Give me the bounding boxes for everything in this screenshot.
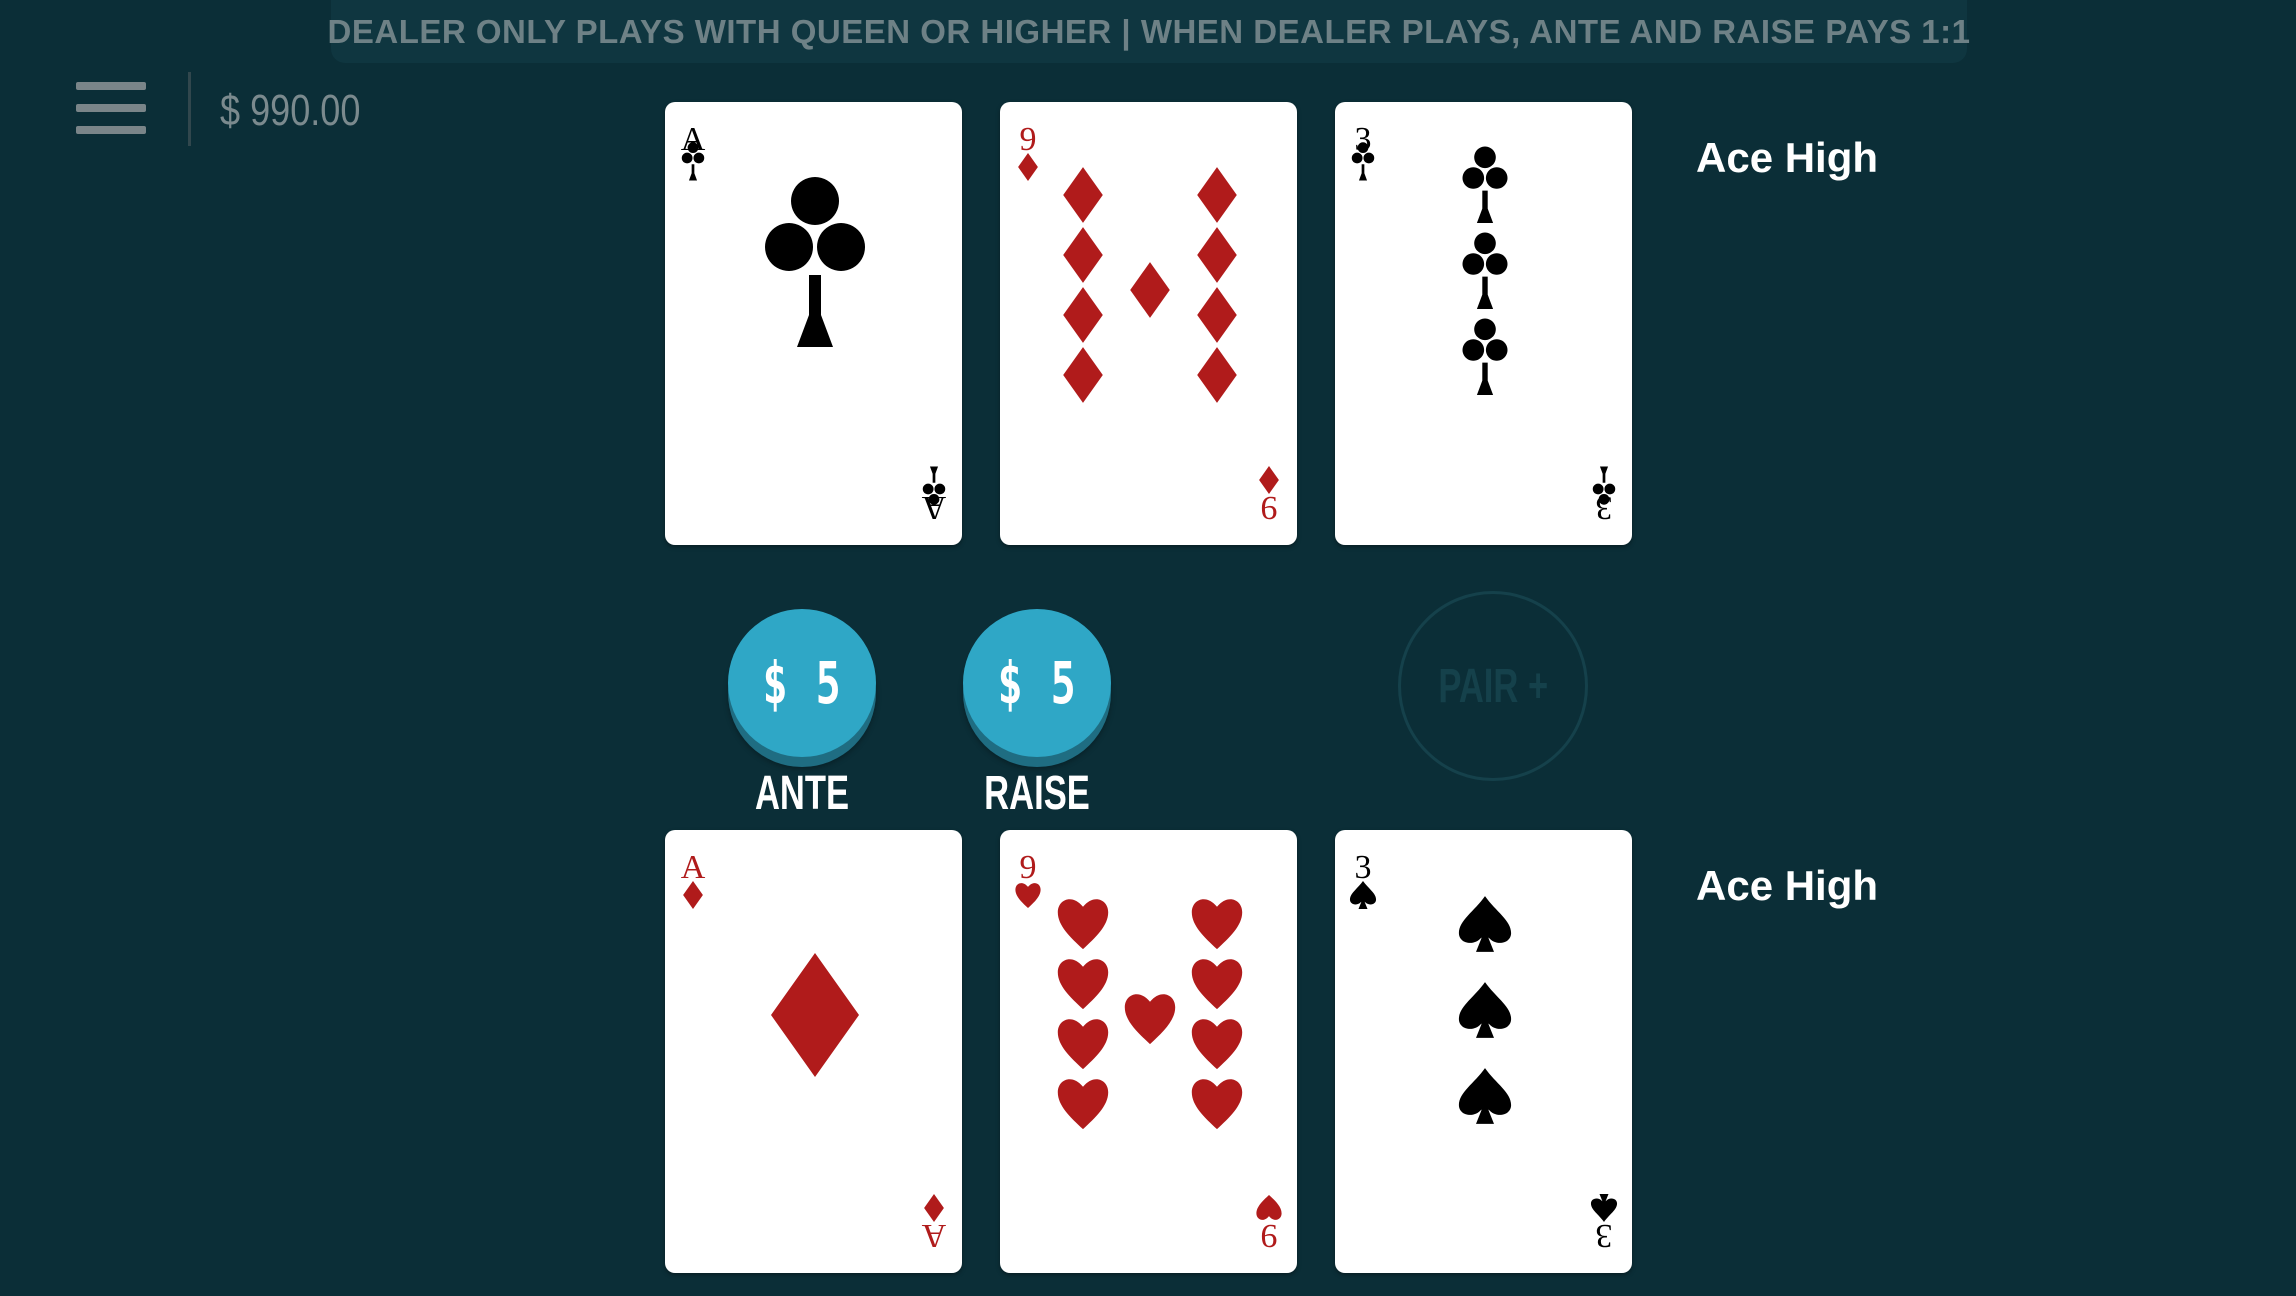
rules-banner: DEALER ONLY PLAYS WITH QUEEN OR HIGHER |… (328, 0, 1970, 63)
diamond-icon (1063, 167, 1103, 223)
heart-icon (1256, 1194, 1282, 1220)
heart-icon (1191, 1019, 1243, 1070)
dealer-card-3: 33 (1335, 102, 1632, 545)
heart-icon (1057, 959, 1109, 1010)
raise-chip[interactable]: $ 5 (963, 609, 1111, 757)
card-rank: 3 (1596, 1217, 1613, 1254)
raise-amount: $ 5 (997, 649, 1077, 717)
header-divider (188, 72, 191, 146)
dealer-hand-label: Ace High (1696, 134, 1879, 181)
spade-icon (1458, 896, 1512, 952)
rules-text: DEALER ONLY PLAYS WITH QUEEN OR HIGHER |… (327, 12, 1971, 50)
heart-icon (1057, 1079, 1109, 1130)
diamond-icon (1063, 287, 1103, 343)
player-card-2: 99 (1000, 830, 1297, 1273)
heart-icon (1015, 883, 1041, 909)
card-rank: A (681, 849, 706, 886)
ante-label: ANTE (754, 767, 850, 820)
player-card-3: 33 (1335, 830, 1632, 1273)
dealer-card-2: 99 (1000, 102, 1297, 545)
diamond-icon (1063, 227, 1103, 283)
club-icon (1462, 232, 1508, 309)
club-icon (1462, 318, 1508, 395)
heart-icon (1191, 959, 1243, 1010)
heart-icon (1057, 1019, 1109, 1070)
diamond-icon (1130, 262, 1170, 318)
card-rank: 3 (1355, 849, 1372, 886)
spade-icon (1458, 1068, 1512, 1124)
card-rank: 9 (1020, 849, 1037, 886)
player-hand-label: Ace High (1696, 862, 1879, 909)
diamond-icon (771, 953, 859, 1077)
diamond-icon (1197, 167, 1237, 223)
balance-display: $ 990.00 (220, 86, 361, 135)
pair-plus-bet-spot[interactable]: PAIR + (1398, 591, 1588, 781)
hamburger-menu-icon[interactable] (76, 80, 146, 136)
club-icon (1462, 146, 1508, 223)
spade-icon (1458, 982, 1512, 1038)
raise-label: RAISE (984, 767, 1090, 820)
card-rank: 9 (1020, 121, 1037, 158)
dealer-card-1: AA (665, 102, 962, 545)
card-rank: A (921, 1217, 946, 1254)
heart-icon (1124, 994, 1176, 1045)
pair-plus-label: PAIR + (1438, 659, 1548, 713)
diamond-icon (1197, 347, 1237, 403)
diamond-icon (1197, 287, 1237, 343)
diamond-icon (1063, 347, 1103, 403)
club-icon (765, 177, 866, 347)
heart-icon (1191, 1079, 1243, 1130)
ante-amount: $ 5 (762, 649, 842, 717)
heart-icon (1191, 899, 1243, 950)
card-rank: 9 (1261, 1217, 1278, 1254)
ante-chip[interactable]: $ 5 (728, 609, 876, 757)
card-rank: 9 (1261, 489, 1278, 526)
player-card-1: AA (665, 830, 962, 1273)
diamond-icon (1197, 227, 1237, 283)
heart-icon (1057, 899, 1109, 950)
